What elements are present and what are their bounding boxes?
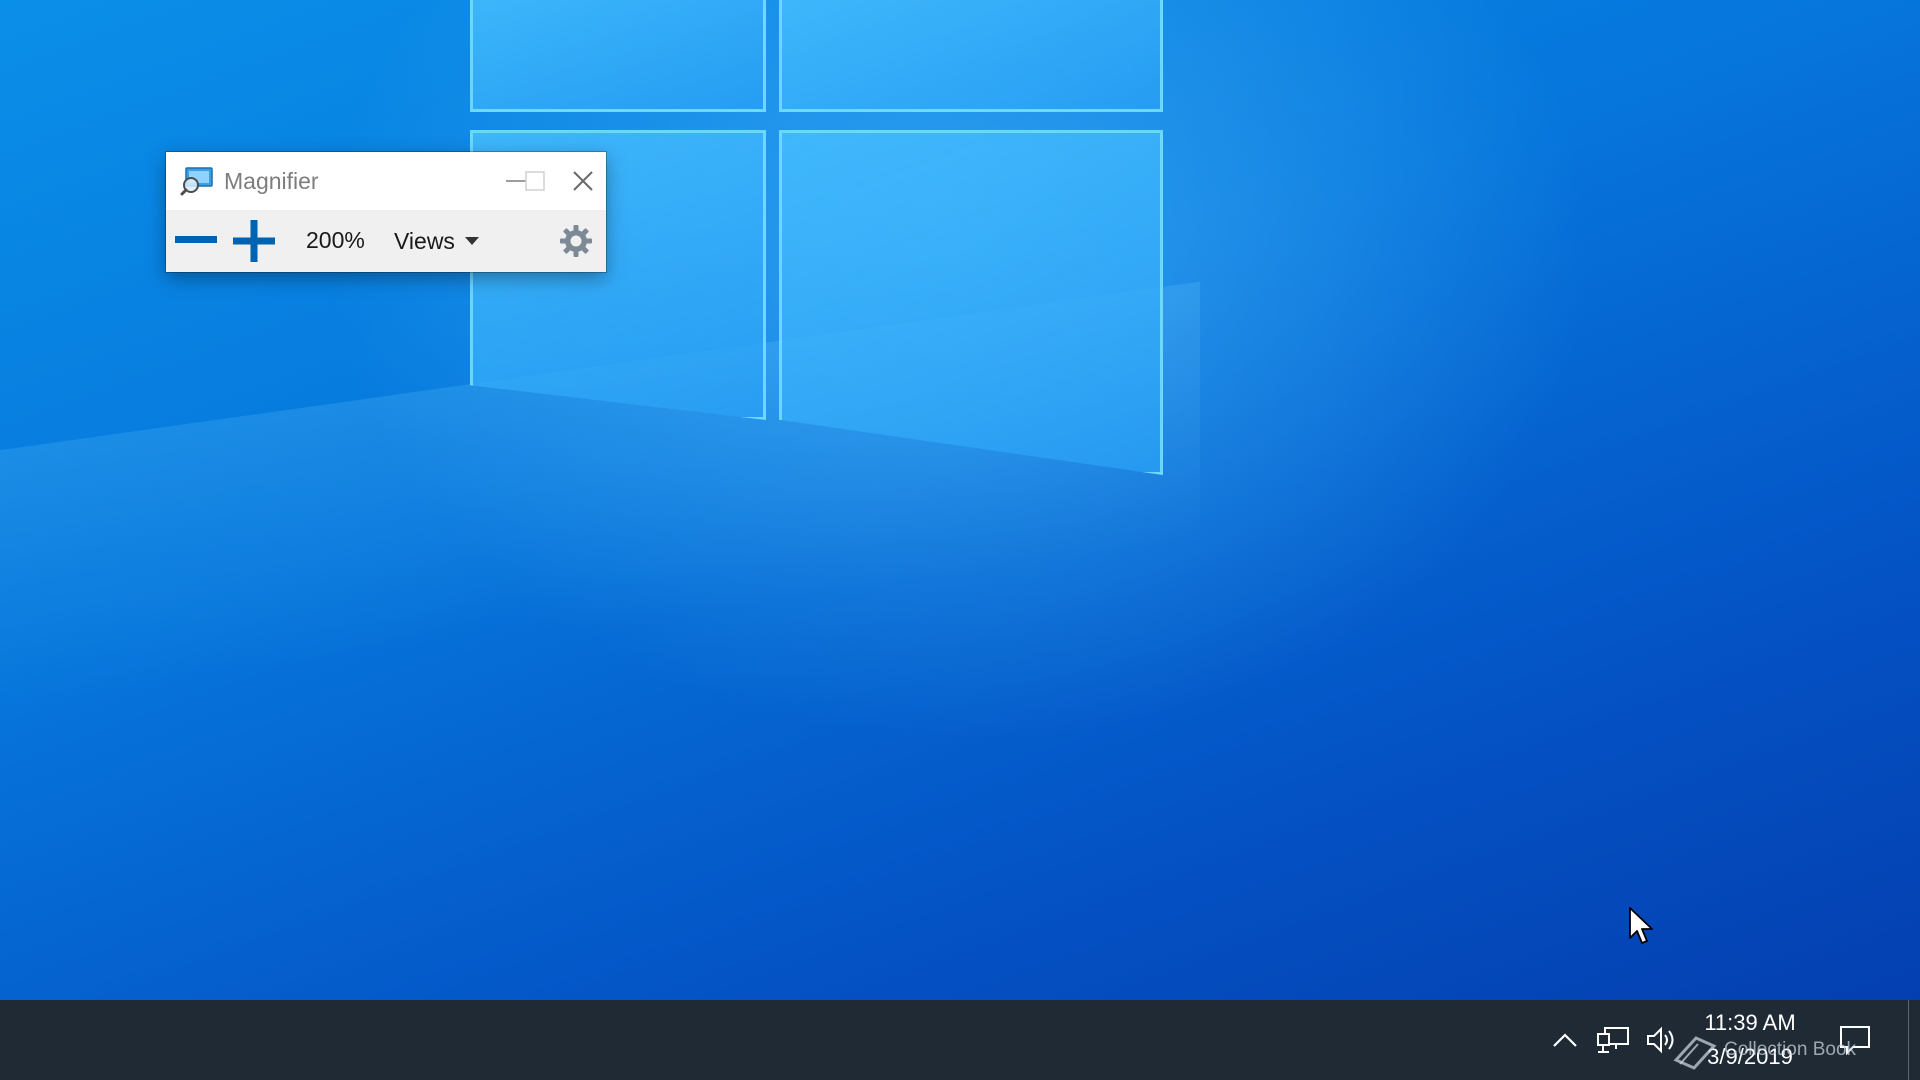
windows-logo-pane [779,130,1163,475]
windows-logo-pane [779,0,1163,112]
show-desktop-button[interactable] [1908,1000,1920,1080]
maximize-icon [525,171,545,191]
show-hidden-icons-button[interactable] [1546,1000,1584,1080]
zoom-out-button[interactable] [172,220,220,262]
zoom-in-button[interactable] [230,218,278,264]
watermark: Collection Book [1672,1030,1856,1070]
watermark-text: Collection Book [1724,1039,1857,1060]
close-button[interactable] [560,152,606,210]
magnifier-app-icon [180,166,214,196]
network-button[interactable] [1592,1000,1634,1080]
mouse-cursor-icon [1628,906,1654,951]
chevron-up-icon [1552,1032,1578,1048]
magnifier-toolbar: 200% Views [166,210,606,272]
taskbar: 11:39 AM 3/9/2019 [0,1000,1920,1080]
windows-logo-pane [470,0,766,112]
maximize-button[interactable] [510,152,560,210]
minus-icon [175,236,217,246]
book-icon [1672,1030,1718,1070]
window-title: Magnifier [224,168,319,194]
views-dropdown[interactable]: Views [394,220,494,262]
zoom-level: 200% [306,227,365,253]
desktop-background [0,0,1920,1000]
gear-icon [558,223,594,259]
views-label: Views [394,227,455,254]
caret-down-icon [464,236,479,246]
settings-button[interactable] [554,220,598,262]
plus-icon [233,220,275,262]
close-icon [572,170,594,192]
network-icon [1596,1026,1630,1054]
